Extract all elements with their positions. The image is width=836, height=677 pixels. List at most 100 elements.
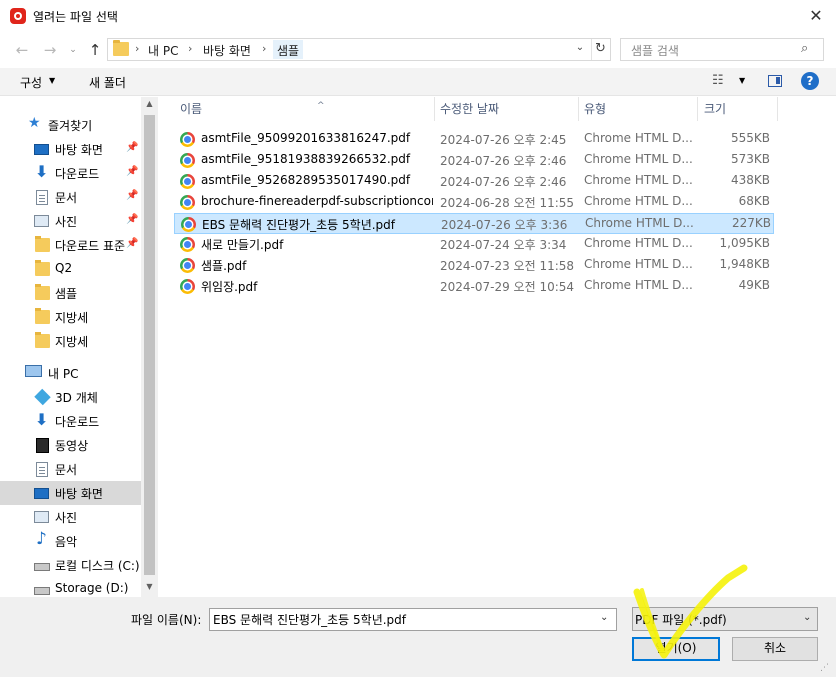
breadcrumb-chevron-icon[interactable]: › <box>262 42 266 55</box>
file-row[interactable]: brochure-finereaderpdf-subscriptioncon..… <box>174 192 774 213</box>
sidebar-item-label: Storage (D:) <box>55 581 129 595</box>
column-divider[interactable] <box>434 97 435 121</box>
sidebar-item-3d-objects[interactable]: 3D 개체 <box>0 385 141 409</box>
forward-arrow-icon[interactable]: → <box>40 40 60 60</box>
folder-icon <box>35 236 50 252</box>
file-row[interactable]: asmtFile_95099201633816247.pdf 2024-07-2… <box>174 129 774 150</box>
column-header-type[interactable]: 유형 <box>580 100 696 122</box>
scroll-down-icon[interactable]: ▼ <box>141 582 158 591</box>
sidebar-item-videos[interactable]: 동영상 <box>0 433 141 457</box>
file-size: 49KB <box>738 278 770 292</box>
file-date: 2024-07-26 오후 2:46 <box>440 154 567 168</box>
sidebar-item-desktop[interactable]: 바탕 화면 📌 <box>0 137 141 161</box>
sidebar-item-label: 지방세 <box>55 311 89 325</box>
file-date: 2024-06-28 오전 11:55 <box>440 196 575 210</box>
music-icon: ♪ <box>36 529 47 549</box>
3d-objects-icon <box>34 388 51 406</box>
breadcrumb-desktop[interactable]: 바탕 화면 <box>203 42 251 59</box>
address-dropdown-icon[interactable]: ⌄ <box>573 42 587 53</box>
sidebar-item-pictures-pc[interactable]: 사진 <box>0 505 141 529</box>
filename-input[interactable] <box>209 608 617 631</box>
new-folder-button[interactable]: 새 폴더 <box>89 74 126 91</box>
sidebar-item-music[interactable]: ♪ 음악 <box>0 529 141 553</box>
sidebar-item-documents[interactable]: 문서 📌 <box>0 185 141 209</box>
scrollbar-thumb[interactable] <box>144 115 155 575</box>
file-row[interactable]: asmtFile_95268289535017490.pdf 2024-07-2… <box>174 171 774 192</box>
cancel-button[interactable]: 취소 <box>732 637 818 661</box>
pin-icon[interactable]: 📌 <box>126 190 138 201</box>
view-options-icon[interactable]: ☷ <box>712 73 752 91</box>
column-header-size[interactable]: 크기 <box>700 100 776 122</box>
navigation-pane: ★ 즐겨찾기 바탕 화면 📌 ⬇ 다운로드 📌 문서 📌 사진 📌 다운로드 표… <box>0 97 158 597</box>
file-row[interactable]: asmtFile_95181938839266532.pdf 2024-07-2… <box>174 150 774 171</box>
sidebar-item-storage-d[interactable]: Storage (D:) <box>0 577 141 597</box>
pin-icon[interactable]: 📌 <box>126 238 138 249</box>
up-arrow-icon[interactable]: ↑ <box>85 40 105 60</box>
column-header-name[interactable]: 이름 ^ <box>176 100 434 122</box>
video-icon <box>36 438 49 453</box>
filename-label: 파일 이름(N): <box>131 613 202 627</box>
open-button[interactable]: 열기(O) <box>632 637 720 661</box>
download-icon: ⬇ <box>35 410 49 429</box>
picture-icon <box>34 511 49 523</box>
breadcrumb-chevron-icon[interactable]: › <box>135 42 139 55</box>
scroll-up-icon[interactable]: ▲ <box>141 99 158 108</box>
file-row-selected[interactable]: EBS 문해력 진단평가_초등 5학년.pdf 2024-07-26 오후 3:… <box>174 213 774 234</box>
sidebar-item-quick-access[interactable]: ★ 즐겨찾기 <box>0 113 141 137</box>
column-divider[interactable] <box>777 97 778 121</box>
recent-locations-chevron-icon[interactable]: ⌄ <box>67 42 79 58</box>
sidebar-scrollbar[interactable]: ▲ ▼ <box>141 97 158 597</box>
file-row[interactable]: 새로 만들기.pdf 2024-07-24 오후 3:34 Chrome HTM… <box>174 234 774 255</box>
sidebar-item-downloads[interactable]: ⬇ 다운로드 📌 <box>0 161 141 185</box>
sort-ascending-icon: ^ <box>317 101 325 111</box>
sidebar-item-local-tax[interactable]: 지방세 <box>0 305 141 329</box>
pin-icon[interactable]: 📌 <box>126 166 138 177</box>
close-button[interactable]: ✕ <box>796 0 836 32</box>
breadcrumb-sample[interactable]: 샘플 <box>277 42 299 59</box>
sidebar-item-documents-pc[interactable]: 문서 <box>0 457 141 481</box>
file-type-filter-value: PDF 파일 (*.pdf) <box>635 613 727 627</box>
sidebar-item-sample[interactable]: 샘플 <box>0 281 141 305</box>
sidebar-item-label: 음악 <box>55 535 78 549</box>
column-divider[interactable] <box>578 97 579 121</box>
sidebar-item-download-standard[interactable]: 다운로드 표준 📌 <box>0 233 141 257</box>
filename-dropdown-icon[interactable]: ⌄ <box>600 612 608 623</box>
file-row[interactable]: 위임장.pdf 2024-07-29 오전 10:54 Chrome HTML … <box>174 276 774 297</box>
sidebar-item-label: 지방세 <box>55 335 89 349</box>
sidebar-item-label: 문서 <box>55 463 78 477</box>
file-row[interactable]: 샘플.pdf 2024-07-23 오전 11:58 Chrome HTML D… <box>174 255 774 276</box>
sidebar-item-pictures[interactable]: 사진 📌 <box>0 209 141 233</box>
refresh-button[interactable]: ↻ <box>591 39 610 60</box>
file-date: 2024-07-23 오전 11:58 <box>440 259 575 273</box>
column-header-date[interactable]: 수정한 날짜 <box>436 100 578 122</box>
organize-dropdown-icon[interactable]: ▼ <box>49 76 55 85</box>
search-icon[interactable]: ⌕ <box>801 41 808 56</box>
search-input[interactable]: 샘플 검색 ⌕ <box>620 38 824 61</box>
view-dropdown-icon[interactable]: ▼ <box>739 76 745 85</box>
back-arrow-icon[interactable]: ← <box>12 40 32 60</box>
chrome-pdf-icon <box>180 279 195 294</box>
sidebar-item-desktop-pc[interactable]: 바탕 화면 <box>0 481 141 505</box>
breadcrumb-this-pc[interactable]: 내 PC <box>148 42 178 59</box>
sidebar-item-q2[interactable]: Q2 <box>0 257 141 281</box>
preview-pane-icon[interactable] <box>768 75 782 87</box>
window-title: 열려는 파일 선택 <box>33 10 118 24</box>
sidebar-item-downloads-pc[interactable]: ⬇ 다운로드 <box>0 409 141 433</box>
file-name: asmtFile_95268289535017490.pdf <box>201 173 411 187</box>
pin-icon[interactable]: 📌 <box>126 214 138 225</box>
file-type: Chrome HTML D... <box>584 194 693 208</box>
column-divider[interactable] <box>697 97 698 121</box>
sidebar-item-local-disk-c[interactable]: 로컬 디스크 (C:) <box>0 553 141 577</box>
sidebar-item-local-tax-2[interactable]: 지방세 <box>0 329 141 353</box>
address-bar[interactable]: › 내 PC › 바탕 화면 › 샘플 ⌄ ↻ <box>107 38 611 61</box>
file-type-filter-select[interactable]: PDF 파일 (*.pdf) ⌄ <box>632 607 818 631</box>
breadcrumb-chevron-icon[interactable]: › <box>188 42 192 55</box>
file-name: asmtFile_95181938839266532.pdf <box>201 152 411 166</box>
sidebar-item-this-pc[interactable]: 내 PC <box>0 361 141 385</box>
resize-grip-icon[interactable]: ⋰ <box>820 663 829 673</box>
organize-button[interactable]: 구성 <box>20 74 42 91</box>
help-icon[interactable]: ? <box>801 72 819 90</box>
chrome-pdf-icon <box>180 153 195 168</box>
pin-icon[interactable]: 📌 <box>126 142 138 153</box>
local-disk-icon <box>34 563 50 571</box>
